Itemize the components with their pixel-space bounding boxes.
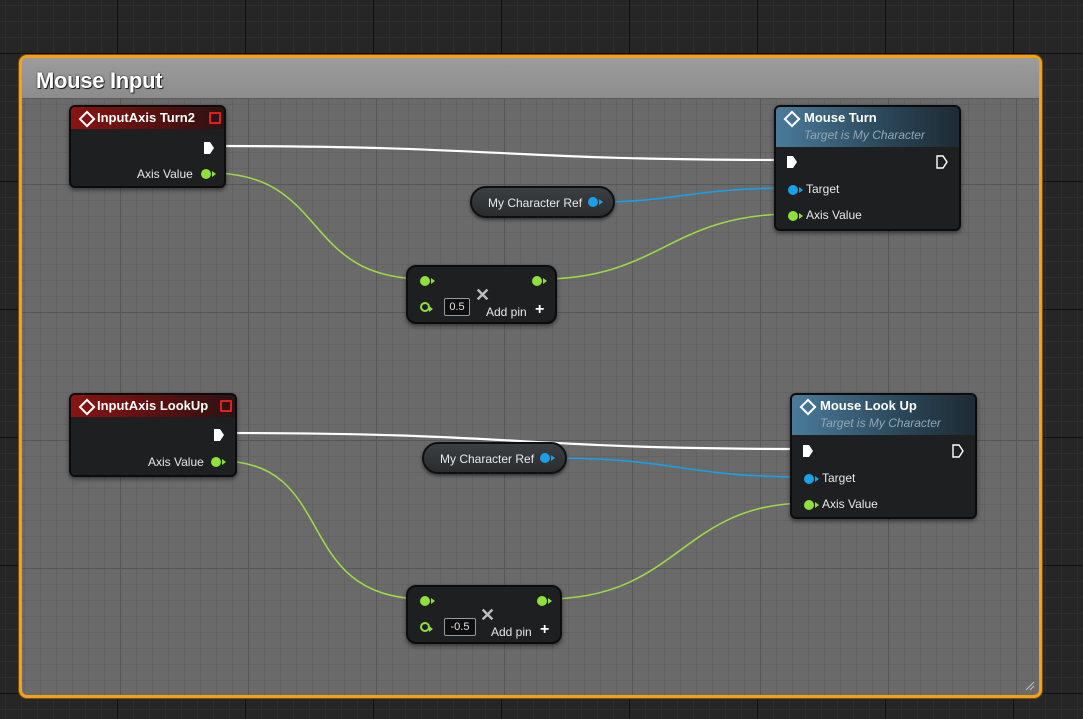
var-node-my-character-ref[interactable]: My Character Ref (470, 186, 615, 218)
exec-in-pin-icon[interactable] (786, 155, 798, 169)
delegate-pin-icon[interactable] (209, 112, 221, 124)
var-out-pin[interactable] (588, 197, 603, 207)
var-out-pin[interactable] (540, 453, 555, 463)
exec-out-pin-icon[interactable] (936, 155, 948, 169)
axis-value-label: Axis Value (137, 167, 193, 181)
multiply-x-icon: ✕ (475, 285, 491, 305)
multiply-x-icon: ✕ (480, 605, 496, 625)
float-wire-turn-to-multiply[interactable] (209, 172, 426, 280)
multiply-out-pin[interactable] (532, 276, 547, 286)
var-node-my-character-ref[interactable]: My Character Ref (422, 442, 567, 474)
object-wire-ref-to-lookup[interactable] (547, 457, 809, 478)
node-title: InputAxis LookUp (97, 398, 209, 413)
node-subtitle: Target is My Character (804, 128, 925, 142)
node-multiply-float[interactable]: 0.5 ✕ Add pin + (406, 265, 557, 324)
axis-value-out-pin[interactable] (201, 169, 216, 179)
multiply-in-pin-b[interactable] (420, 302, 433, 312)
axis-value-label: Axis Value (822, 497, 878, 511)
axis-value-label: Axis Value (148, 455, 204, 469)
node-mouse-look-up[interactable]: Mouse Look Up Target is My Character Tar… (790, 393, 977, 519)
node-title: Mouse Look Up (820, 398, 917, 413)
object-wire-ref-to-turn[interactable] (594, 187, 793, 203)
target-in-pin[interactable] (788, 185, 803, 195)
add-pin-label[interactable]: Add pin (486, 305, 527, 319)
exec-wire-turn[interactable] (215, 144, 791, 162)
target-in-pin[interactable] (804, 474, 819, 484)
axis-value-label: Axis Value (806, 208, 862, 222)
multiply-in-pin-a[interactable] (420, 276, 435, 286)
node-title: InputAxis Turn2 (97, 110, 195, 125)
delegate-pin-icon[interactable] (220, 400, 232, 412)
multiply-value-input[interactable]: -0.5 (444, 618, 476, 636)
add-pin-label[interactable]: Add pin (491, 625, 532, 639)
var-label: My Character Ref (440, 452, 535, 466)
node-multiply-float[interactable]: -0.5 ✕ Add pin + (406, 585, 562, 644)
node-inputaxis-turn2[interactable]: InputAxis Turn2 Axis Value (69, 105, 226, 188)
exec-out-pin-icon[interactable] (213, 428, 225, 442)
float-wire-multiply-to-lookup[interactable] (545, 502, 809, 600)
node-inputaxis-lookup[interactable]: InputAxis LookUp Axis Value (69, 393, 237, 477)
node-mouse-turn[interactable]: Mouse Turn Target is My Character Target… (774, 105, 961, 231)
node-title: Mouse Turn (804, 110, 877, 125)
add-pin-plus-icon[interactable]: + (540, 621, 549, 639)
exec-out-pin-icon[interactable] (952, 444, 964, 458)
float-wire-lookup-to-multiply[interactable] (219, 460, 426, 600)
multiply-in-pin-b[interactable] (420, 622, 433, 632)
exec-out-pin-icon[interactable] (203, 141, 215, 155)
multiply-out-pin[interactable] (537, 596, 552, 606)
target-label: Target (806, 182, 840, 196)
target-label: Target (822, 471, 856, 485)
axis-value-out-pin[interactable] (211, 457, 226, 467)
add-pin-plus-icon[interactable]: + (535, 301, 544, 319)
exec-in-pin-icon[interactable] (802, 444, 814, 458)
float-wire-multiply-to-turn[interactable] (540, 213, 793, 280)
multiply-value-input[interactable]: 0.5 (444, 298, 470, 316)
node-subtitle: Target is My Character (820, 416, 941, 430)
multiply-in-pin-a[interactable] (420, 596, 435, 606)
var-label: My Character Ref (488, 196, 583, 210)
axis-value-in-pin[interactable] (788, 211, 803, 221)
axis-value-in-pin[interactable] (804, 500, 819, 510)
